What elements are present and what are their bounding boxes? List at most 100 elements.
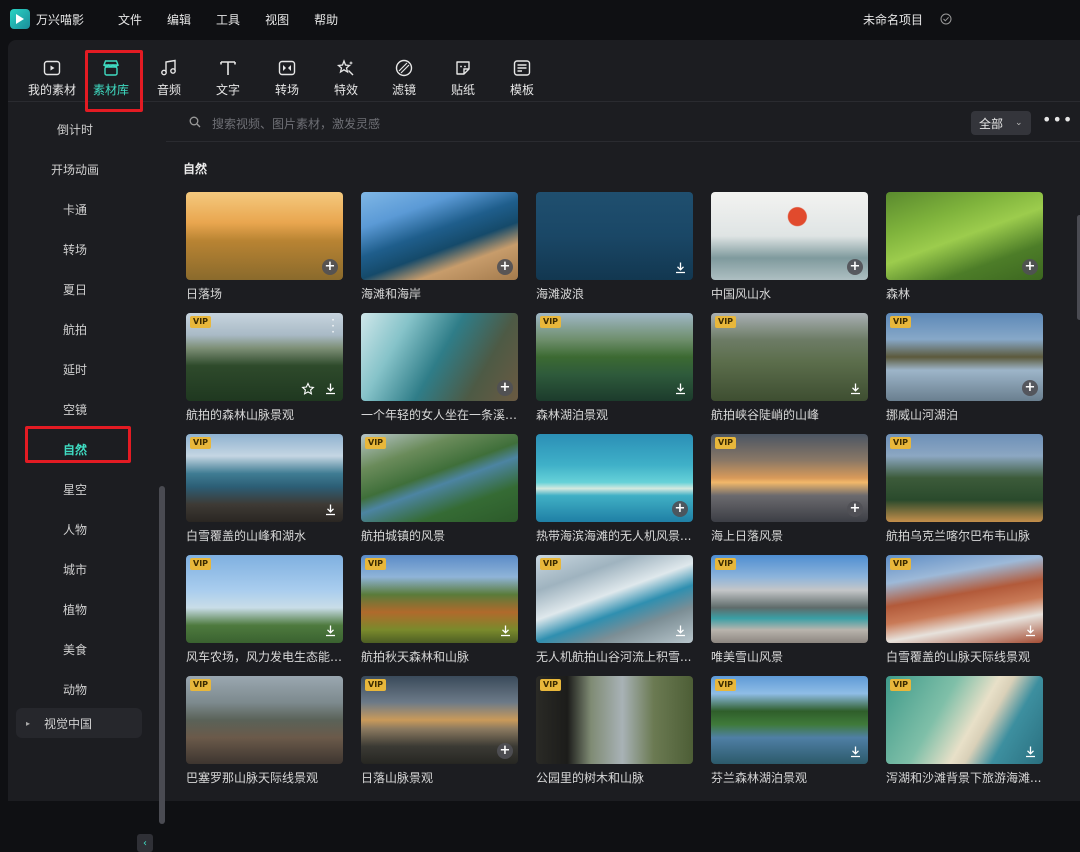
- media-thumbnail[interactable]: VIP: [186, 676, 343, 764]
- media-thumbnail[interactable]: VIP +: [361, 676, 518, 764]
- tool-filter[interactable]: 滤镜: [376, 58, 432, 98]
- media-thumbnail[interactable]: VIP +: [886, 313, 1043, 401]
- media-card[interactable]: VIP 唯美雪山风景: [711, 555, 868, 665]
- media-thumbnail[interactable]: VIP: [186, 555, 343, 643]
- media-card[interactable]: + 森林: [886, 192, 1043, 302]
- media-card[interactable]: VIP 泻湖和沙滩背景下旅游海滩...: [886, 676, 1043, 786]
- media-thumbnail[interactable]: +: [536, 434, 693, 522]
- media-card[interactable]: VIP 巴塞罗那山脉天际线景观: [186, 676, 343, 786]
- download-icon[interactable]: [847, 743, 863, 759]
- menu-file[interactable]: 文件: [118, 11, 142, 28]
- media-card[interactable]: VIP 公园里的树木和山脉: [536, 676, 693, 786]
- media-thumbnail[interactable]: VIP · · ·: [186, 313, 343, 401]
- media-thumbnail[interactable]: +: [361, 313, 518, 401]
- media-thumbnail[interactable]: VIP: [886, 676, 1043, 764]
- add-to-timeline-icon[interactable]: +: [672, 501, 688, 517]
- media-thumbnail[interactable]: VIP: [711, 313, 868, 401]
- project-name[interactable]: 未命名项目: [863, 11, 923, 28]
- sidebar-item-plants[interactable]: 植物: [8, 601, 142, 618]
- media-card[interactable]: + 日落场: [186, 192, 343, 302]
- add-to-timeline-icon[interactable]: +: [847, 259, 863, 275]
- download-icon[interactable]: [672, 622, 688, 638]
- media-thumbnail[interactable]: VIP: [886, 434, 1043, 522]
- add-to-timeline-icon[interactable]: +: [322, 259, 338, 275]
- media-thumbnail[interactable]: VIP: [536, 313, 693, 401]
- add-to-timeline-icon[interactable]: +: [1022, 380, 1038, 396]
- tool-transition[interactable]: 转场: [259, 58, 315, 98]
- media-thumbnail[interactable]: VIP: [361, 555, 518, 643]
- media-card[interactable]: VIP 航拍秋天森林和山脉: [361, 555, 518, 665]
- favorite-star-icon[interactable]: [301, 382, 315, 396]
- add-to-timeline-icon[interactable]: +: [1022, 259, 1038, 275]
- download-icon[interactable]: [672, 259, 688, 275]
- media-thumbnail[interactable]: +: [711, 192, 868, 280]
- media-card[interactable]: + 海滩和海岸: [361, 192, 518, 302]
- media-card[interactable]: VIP + 挪威山河湖泊: [886, 313, 1043, 423]
- media-card[interactable]: VIP 森林湖泊景观: [536, 313, 693, 423]
- media-thumbnail[interactable]: +: [886, 192, 1043, 280]
- media-card[interactable]: VIP 航拍城镇的风景: [361, 434, 518, 544]
- filter-dropdown[interactable]: 全部 ⌄: [971, 111, 1031, 135]
- media-thumbnail[interactable]: [536, 192, 693, 280]
- menu-tools[interactable]: 工具: [216, 11, 240, 28]
- tool-template[interactable]: 模板: [494, 58, 550, 98]
- tool-sticker[interactable]: 贴纸: [435, 58, 491, 98]
- media-thumbnail[interactable]: VIP: [711, 676, 868, 764]
- tool-text[interactable]: 文字: [200, 58, 256, 98]
- add-to-timeline-icon[interactable]: +: [497, 259, 513, 275]
- media-card[interactable]: VIP + 海上日落风景: [711, 434, 868, 544]
- media-thumbnail[interactable]: VIP: [711, 555, 868, 643]
- sidebar-item-empty-shot[interactable]: 空镜: [8, 401, 142, 418]
- more-options-icon[interactable]: •••: [1042, 110, 1073, 129]
- media-thumbnail[interactable]: VIP: [536, 676, 693, 764]
- download-icon[interactable]: [497, 622, 513, 638]
- sidebar-item-people[interactable]: 人物: [8, 521, 142, 538]
- tool-my-media[interactable]: 我的素材: [24, 58, 80, 98]
- sidebar-item-intro[interactable]: 开场动画: [8, 161, 142, 178]
- sidebar-item-summer[interactable]: 夏日: [8, 281, 142, 298]
- sidebar-group-vcg[interactable]: ▸ 视觉中国: [16, 708, 142, 738]
- media-thumbnail[interactable]: +: [186, 192, 343, 280]
- media-thumbnail[interactable]: VIP +: [711, 434, 868, 522]
- sidebar-item-food[interactable]: 美食: [8, 641, 142, 658]
- tool-audio[interactable]: 音频: [141, 58, 197, 98]
- search-input[interactable]: 搜索视频、图片素材，激发灵感: [212, 115, 380, 132]
- download-icon[interactable]: [1022, 743, 1038, 759]
- media-card[interactable]: VIP 航拍乌克兰喀尔巴布韦山脉: [886, 434, 1043, 544]
- media-card[interactable]: + 中国风山水: [711, 192, 868, 302]
- media-card[interactable]: VIP 无人机航拍山谷河流上积雪...: [536, 555, 693, 665]
- media-card[interactable]: VIP 航拍峡谷陡峭的山峰: [711, 313, 868, 423]
- media-card[interactable]: + 热带海滨海滩的无人机风景...: [536, 434, 693, 544]
- add-to-timeline-icon[interactable]: +: [497, 743, 513, 759]
- menu-help[interactable]: 帮助: [314, 11, 338, 28]
- collapse-sidebar-button[interactable]: ‹: [137, 834, 153, 852]
- media-thumbnail[interactable]: VIP: [186, 434, 343, 522]
- menu-view[interactable]: 视图: [265, 11, 289, 28]
- media-card[interactable]: VIP · · · 航拍的森林山脉景观: [186, 313, 343, 423]
- sidebar-item-starry-sky[interactable]: 星空: [8, 481, 142, 498]
- sidebar-item-timelapse[interactable]: 延时: [8, 361, 142, 378]
- sidebar-item-animals[interactable]: 动物: [8, 681, 142, 698]
- media-card[interactable]: VIP 芬兰森林湖泊景观: [711, 676, 868, 786]
- sidebar-item-city[interactable]: 城市: [8, 561, 142, 578]
- sidebar-item-transition[interactable]: 转场: [8, 241, 142, 258]
- media-thumbnail[interactable]: +: [361, 192, 518, 280]
- more-vertical-icon[interactable]: · · ·: [331, 314, 335, 338]
- sidebar-item-countdown[interactable]: 倒计时: [8, 121, 142, 138]
- sidebar-item-aerial[interactable]: 航拍: [8, 321, 142, 338]
- download-icon[interactable]: [322, 380, 338, 396]
- sidebar-item-cartoon[interactable]: 卡通: [8, 201, 142, 218]
- media-card[interactable]: VIP + 日落山脉景观: [361, 676, 518, 786]
- media-card[interactable]: + 一个年轻的女人坐在一条溪流...: [361, 313, 518, 423]
- sidebar-scrollbar[interactable]: [159, 486, 165, 824]
- download-icon[interactable]: [847, 380, 863, 396]
- media-thumbnail[interactable]: VIP: [886, 555, 1043, 643]
- media-card[interactable]: 海滩波浪: [536, 192, 693, 302]
- menu-edit[interactable]: 编辑: [167, 11, 191, 28]
- media-card[interactable]: VIP 风车农场，风力发电生态能源...: [186, 555, 343, 665]
- download-icon[interactable]: [322, 622, 338, 638]
- add-to-timeline-icon[interactable]: +: [497, 380, 513, 396]
- download-icon[interactable]: [322, 501, 338, 517]
- media-card[interactable]: VIP 白雪覆盖的山脉天际线景观: [886, 555, 1043, 665]
- download-icon[interactable]: [1022, 622, 1038, 638]
